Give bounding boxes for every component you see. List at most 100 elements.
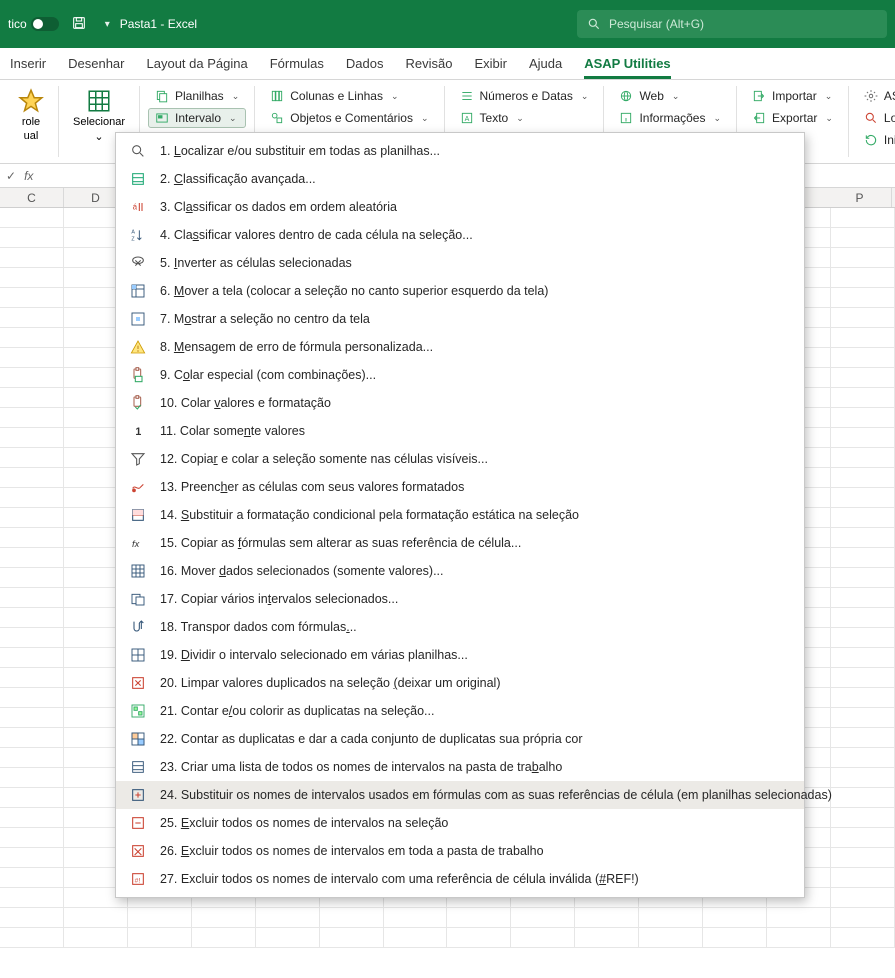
cell[interactable] xyxy=(831,788,895,807)
cell[interactable] xyxy=(767,908,831,927)
objetos-comentarios-button[interactable]: Objetos e Comentários⌄ xyxy=(263,108,435,128)
cell[interactable] xyxy=(0,348,64,367)
cell[interactable] xyxy=(0,848,64,867)
menu-item-23[interactable]: 23. Criar uma lista de todos os nomes de… xyxy=(116,753,804,781)
menu-item-22[interactable]: 22. Contar as duplicatas e dar a cada co… xyxy=(116,725,804,753)
colunas-linhas-button[interactable]: Colunas e Linhas⌄ xyxy=(263,86,435,106)
menu-item-16[interactable]: 16. Mover dados selecionados (somente va… xyxy=(116,557,804,585)
cell[interactable] xyxy=(703,928,767,947)
cell[interactable] xyxy=(831,348,895,367)
cell[interactable] xyxy=(0,548,64,567)
informacoes-button[interactable]: Informações⌄ xyxy=(612,108,728,128)
cell[interactable] xyxy=(831,768,895,787)
cell[interactable] xyxy=(575,928,639,947)
tab-exibir[interactable]: Exibir xyxy=(474,56,507,71)
cell[interactable] xyxy=(447,908,511,927)
cell[interactable] xyxy=(192,908,256,927)
planilhas-button[interactable]: Planilhas⌄ xyxy=(148,86,246,106)
cell[interactable] xyxy=(831,808,895,827)
tab-formulas[interactable]: Fórmulas xyxy=(270,56,324,71)
cell[interactable] xyxy=(0,248,64,267)
cell[interactable] xyxy=(831,448,895,467)
cell[interactable] xyxy=(0,588,64,607)
cell[interactable] xyxy=(0,888,64,907)
cell[interactable] xyxy=(639,908,703,927)
menu-item-20[interactable]: 20. Limpar valores duplicados na seleção… xyxy=(116,669,804,697)
cell[interactable] xyxy=(0,428,64,447)
cell[interactable] xyxy=(64,928,128,947)
cell[interactable] xyxy=(831,848,895,867)
tab-asap-utilities[interactable]: ASAP Utilities xyxy=(584,56,670,71)
cell[interactable] xyxy=(831,868,895,887)
cell[interactable] xyxy=(511,928,575,947)
iniciar-ultima-button[interactable]: Iniciar a últim xyxy=(857,130,895,150)
cell[interactable] xyxy=(0,208,64,227)
menu-item-17[interactable]: 17. Copiar vários intervalos selecionado… xyxy=(116,585,804,613)
menu-item-21[interactable]: 21. Contar e/ou colorir as duplicatas na… xyxy=(116,697,804,725)
chevron-down-icon[interactable]: ▾ xyxy=(105,19,110,30)
cell[interactable] xyxy=(831,288,895,307)
cell[interactable] xyxy=(575,908,639,927)
menu-item-15[interactable]: fx15. Copiar as fórmulas sem alterar as … xyxy=(116,529,804,557)
menu-item-9[interactable]: 9. Colar especial (com combinações)... xyxy=(116,361,804,389)
menu-item-25[interactable]: 25. Excluir todos os nomes de intervalos… xyxy=(116,809,804,837)
cell[interactable] xyxy=(831,248,895,267)
tab-layout[interactable]: Layout da Página xyxy=(147,56,248,71)
cell[interactable] xyxy=(639,928,703,947)
save-icon[interactable] xyxy=(71,15,87,34)
cell[interactable] xyxy=(192,928,256,947)
cell[interactable] xyxy=(0,528,64,547)
cell[interactable] xyxy=(320,908,384,927)
cell[interactable] xyxy=(0,368,64,387)
cell[interactable] xyxy=(128,928,192,947)
tab-revisao[interactable]: Revisão xyxy=(405,56,452,71)
cell[interactable] xyxy=(0,388,64,407)
cell[interactable] xyxy=(0,488,64,507)
cell[interactable] xyxy=(831,368,895,387)
cell[interactable] xyxy=(831,468,895,487)
cell[interactable] xyxy=(831,668,895,687)
cell[interactable] xyxy=(831,408,895,427)
cell[interactable] xyxy=(831,528,895,547)
menu-item-7[interactable]: 7. Mostrar a seleção no centro da tela xyxy=(116,305,804,333)
cell[interactable] xyxy=(831,208,895,227)
cell[interactable] xyxy=(0,688,64,707)
cell[interactable] xyxy=(0,268,64,287)
cell[interactable] xyxy=(0,668,64,687)
cell[interactable] xyxy=(384,908,448,927)
cell[interactable] xyxy=(831,308,895,327)
menu-item-8[interactable]: 8. Mensagem de erro de fórmula personali… xyxy=(116,333,804,361)
cell[interactable] xyxy=(703,908,767,927)
menu-item-11[interactable]: 111. Colar somente valores xyxy=(116,417,804,445)
cell[interactable] xyxy=(0,648,64,667)
localizar-button[interactable]: Localizar e s xyxy=(857,108,895,128)
cell[interactable] xyxy=(0,868,64,887)
col-header[interactable]: C xyxy=(0,188,64,207)
cell[interactable] xyxy=(0,708,64,727)
cell[interactable] xyxy=(0,508,64,527)
cell[interactable] xyxy=(0,408,64,427)
cell[interactable] xyxy=(831,428,895,447)
cell[interactable] xyxy=(831,728,895,747)
cell[interactable] xyxy=(0,308,64,327)
opcoes-label[interactable]: Opçõe xyxy=(857,150,895,162)
cell[interactable] xyxy=(0,608,64,627)
cell[interactable] xyxy=(831,648,895,667)
menu-item-14[interactable]: 14. Substituir a formatação condicional … xyxy=(116,501,804,529)
cell[interactable] xyxy=(831,568,895,587)
cell[interactable] xyxy=(831,708,895,727)
col-header[interactable]: P xyxy=(828,188,892,207)
menu-item-13[interactable]: 13. Preencher as células com seus valore… xyxy=(116,473,804,501)
exportar-button[interactable]: Exportar⌄ xyxy=(745,108,840,128)
cell[interactable] xyxy=(256,908,320,927)
tab-desenhar[interactable]: Desenhar xyxy=(68,56,124,71)
menu-item-2[interactable]: 2. Classificação avançada... xyxy=(116,165,804,193)
cell[interactable] xyxy=(767,928,831,947)
cell[interactable] xyxy=(0,728,64,747)
asap-utilities-button[interactable]: ASAP Utilities xyxy=(857,86,895,106)
numeros-datas-button[interactable]: Números e Datas⌄ xyxy=(453,86,596,106)
menu-item-1[interactable]: 1. Localizar e/ou substituir em todas as… xyxy=(116,137,804,165)
importar-button[interactable]: Importar⌄ xyxy=(745,86,840,106)
cell[interactable] xyxy=(831,548,895,567)
menu-item-4[interactable]: AZ4. Classificar valores dentro de cada … xyxy=(116,221,804,249)
